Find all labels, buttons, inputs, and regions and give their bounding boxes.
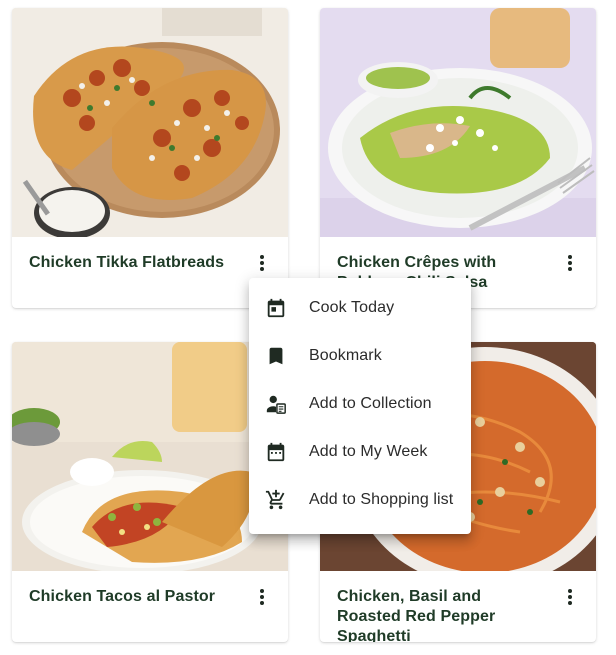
menu-item-add-to-collection[interactable]: Add to Collection bbox=[249, 380, 471, 428]
menu-item-label: Bookmark bbox=[309, 347, 382, 364]
add-to-collection-icon bbox=[265, 393, 287, 415]
recipe-card-footer: Chicken Tacos al Pastor bbox=[12, 571, 288, 607]
more-options-button[interactable] bbox=[558, 251, 582, 275]
more-vert-dot bbox=[568, 595, 572, 599]
calendar-today-icon bbox=[265, 297, 287, 319]
recipe-options-menu: Cook Today Bookmark Add to Collection Ad… bbox=[249, 278, 471, 534]
recipe-card-chicken-tacos-al-pastor[interactable]: Chicken Tacos al Pastor bbox=[12, 342, 288, 642]
recipe-image[interactable] bbox=[12, 8, 288, 237]
add-shopping-cart-icon bbox=[265, 489, 287, 511]
more-vert-dot bbox=[260, 589, 264, 593]
more-vert-dot bbox=[568, 267, 572, 271]
more-vert-dot bbox=[260, 255, 264, 259]
recipe-card-chicken-crepes[interactable]: Chicken Crêpes with Poblano Chili Salsa bbox=[320, 8, 596, 308]
more-options-button[interactable] bbox=[558, 585, 582, 609]
more-vert-dot bbox=[568, 589, 572, 593]
recipe-grid-page: Chicken Tikka Flatbreads Chicken Crêpes … bbox=[0, 0, 616, 655]
more-vert-dot bbox=[260, 261, 264, 265]
recipe-card-footer: Chicken Tikka Flatbreads bbox=[12, 237, 288, 273]
more-options-button[interactable] bbox=[250, 251, 274, 275]
menu-item-bookmark[interactable]: Bookmark bbox=[249, 332, 471, 380]
menu-item-add-to-shopping-list[interactable]: Add to Shopping list bbox=[249, 476, 471, 524]
more-vert-dot bbox=[568, 601, 572, 605]
recipe-title[interactable]: Chicken, Basil and Roasted Red Pepper Sp… bbox=[337, 587, 548, 642]
more-vert-dot bbox=[260, 267, 264, 271]
recipe-card-chicken-tikka-flatbreads[interactable]: Chicken Tikka Flatbreads bbox=[12, 8, 288, 308]
more-vert-dot bbox=[568, 255, 572, 259]
more-vert-dot bbox=[260, 601, 264, 605]
recipe-title[interactable]: Chicken Tikka Flatbreads bbox=[29, 253, 240, 273]
menu-item-label: Add to My Week bbox=[309, 443, 428, 460]
bookmark-icon bbox=[265, 345, 287, 367]
recipe-image[interactable] bbox=[12, 342, 288, 571]
menu-item-label: Cook Today bbox=[309, 299, 395, 316]
more-options-button[interactable] bbox=[250, 585, 274, 609]
menu-item-label: Add to Collection bbox=[309, 395, 432, 412]
recipe-card-footer: Chicken, Basil and Roasted Red Pepper Sp… bbox=[320, 571, 596, 642]
more-vert-dot bbox=[260, 595, 264, 599]
recipe-title[interactable]: Chicken Tacos al Pastor bbox=[29, 587, 240, 607]
recipe-image[interactable] bbox=[320, 8, 596, 237]
menu-item-cook-today[interactable]: Cook Today bbox=[249, 284, 471, 332]
menu-item-label: Add to Shopping list bbox=[309, 491, 454, 508]
menu-item-add-to-my-week[interactable]: Add to My Week bbox=[249, 428, 471, 476]
calendar-week-icon bbox=[265, 441, 287, 463]
more-vert-dot bbox=[568, 261, 572, 265]
